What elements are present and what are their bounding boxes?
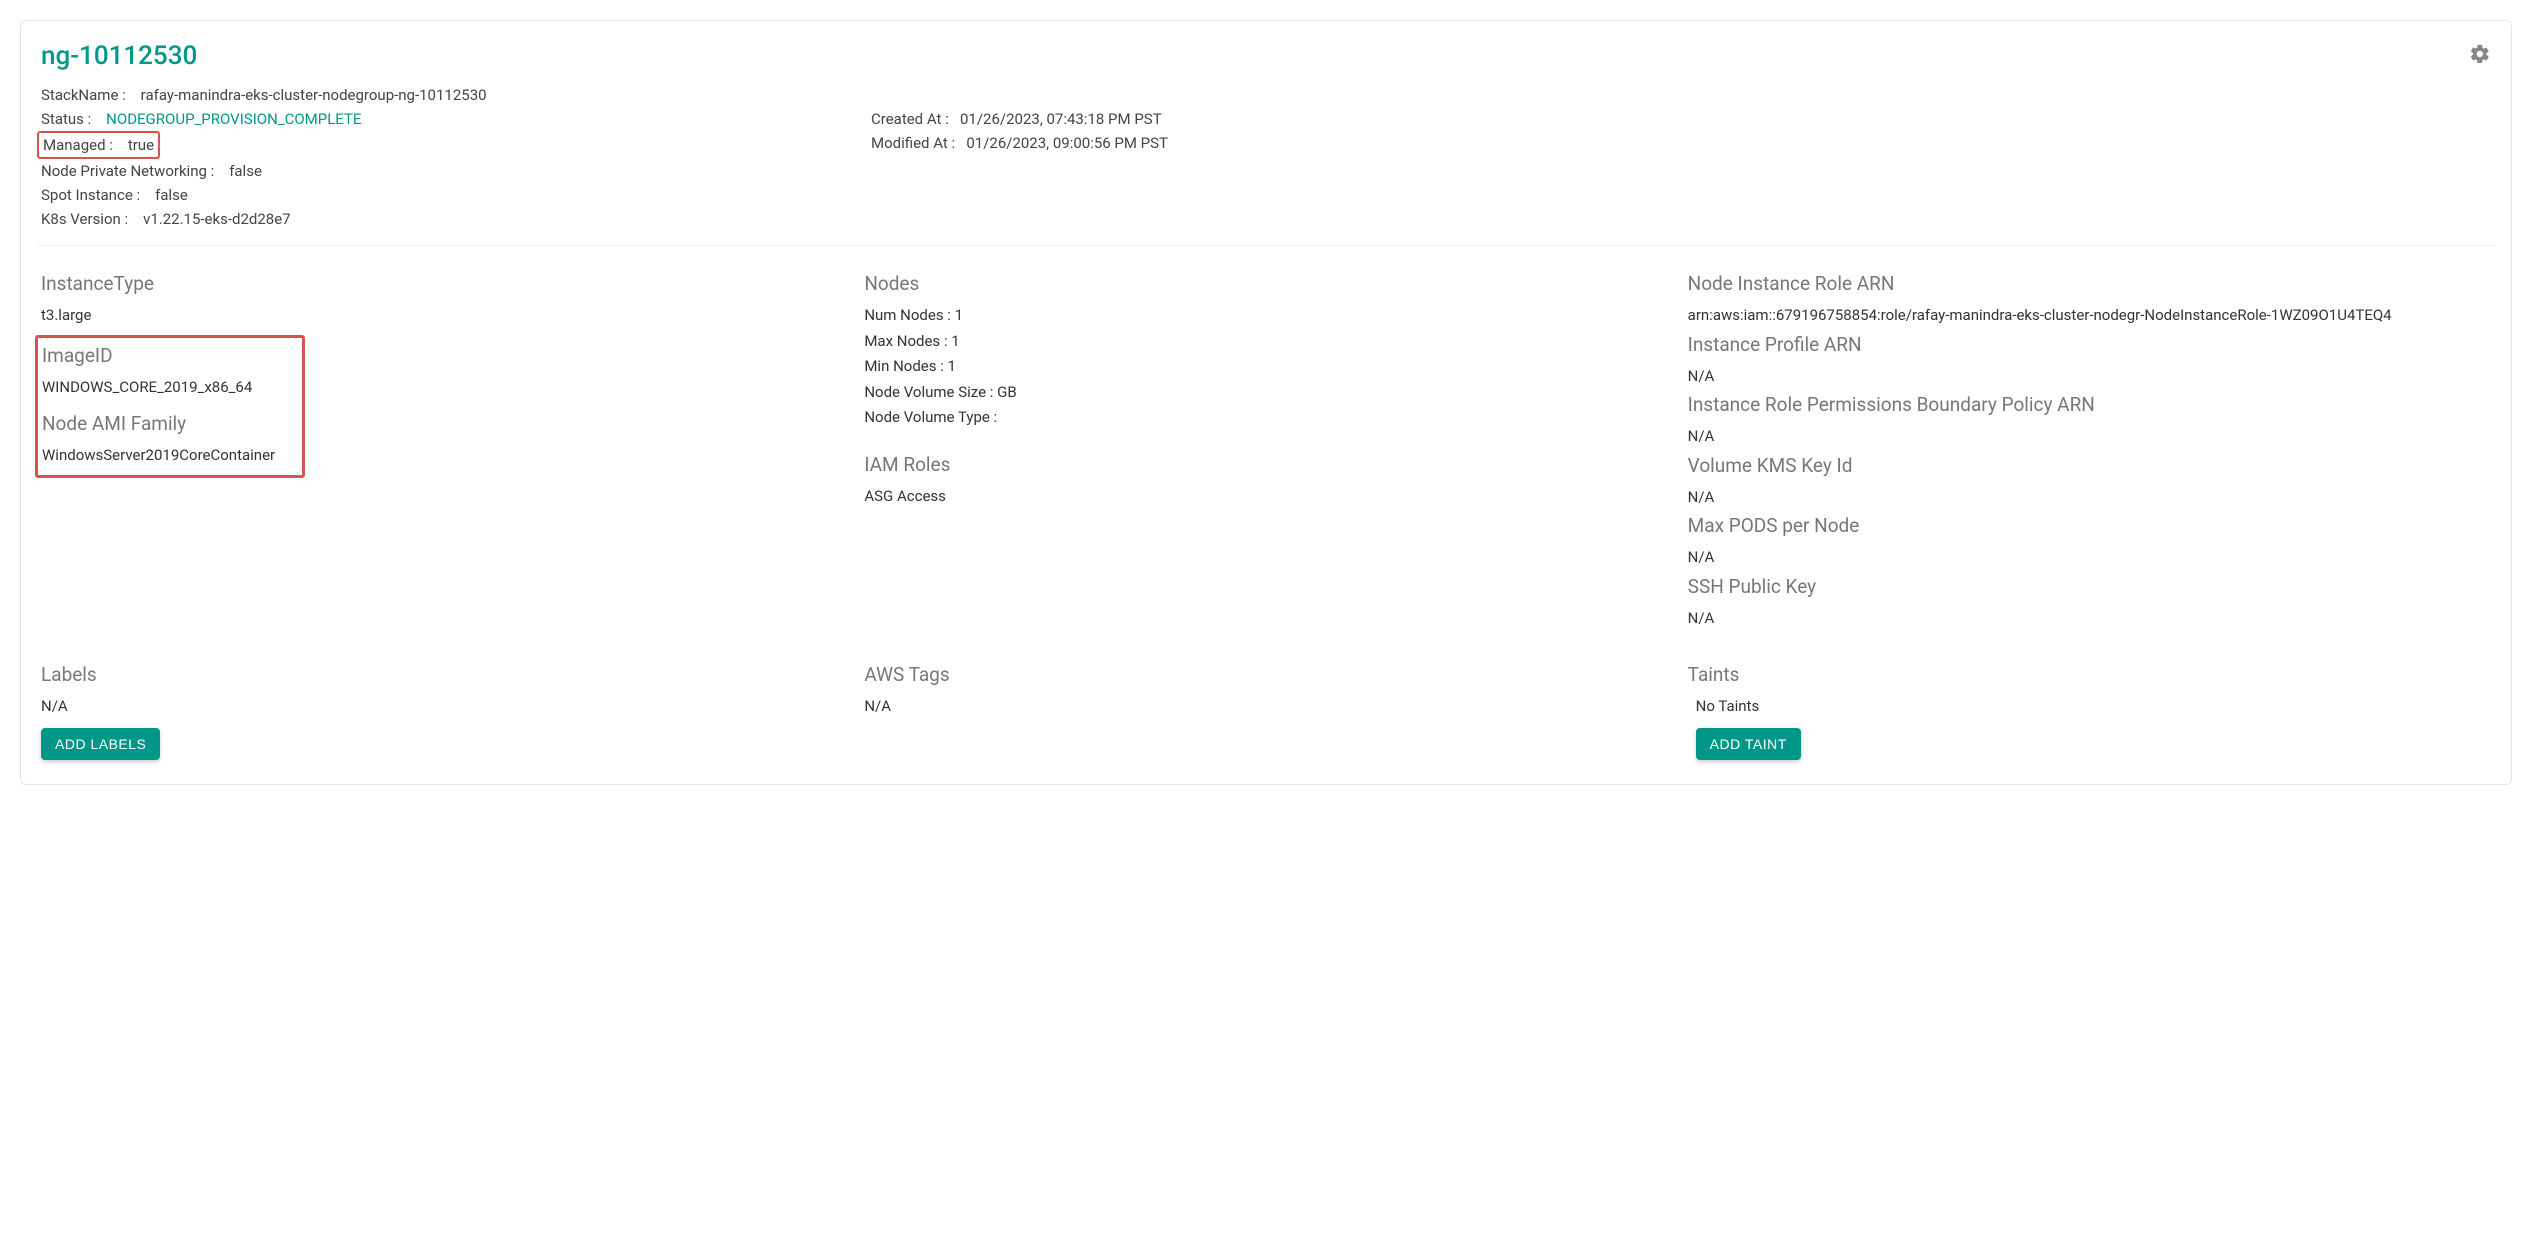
k8s-label: K8s Version : xyxy=(41,210,128,228)
min-nodes: Min Nodes : 1 xyxy=(864,354,1667,380)
role-arn-label: Node Instance Role ARN xyxy=(1688,272,2491,295)
tags-value: N/A xyxy=(864,694,1667,720)
instancetype-label: InstanceType xyxy=(41,272,844,295)
modified-value: 01/26/2023, 09:00:56 PM PST xyxy=(966,134,1168,152)
perm-boundary-value: N/A xyxy=(1688,424,2491,450)
taints-label: Taints xyxy=(1688,663,2491,686)
vol-size: Node Volume Size : GB xyxy=(864,380,1667,406)
tags-label: AWS Tags xyxy=(864,663,1667,686)
iam-label: IAM Roles xyxy=(864,453,1667,476)
modified-label: Modified At : xyxy=(871,134,955,152)
created-value: 01/26/2023, 07:43:18 PM PST xyxy=(960,110,1162,128)
num-nodes: Num Nodes : 1 xyxy=(864,303,1667,329)
status-row: Status : NODEGROUP_PROVISION_COMPLETE xyxy=(41,107,831,131)
profile-arn-value: N/A xyxy=(1688,364,2491,390)
managed-label: Managed : xyxy=(43,136,113,154)
imageid-value: WINDOWS_CORE_2019_x86_64 xyxy=(42,375,292,401)
stackname-value: rafay-manindra-eks-cluster-nodegroup-ng-… xyxy=(141,86,487,104)
npn-row: Node Private Networking : false xyxy=(41,159,831,183)
k8s-value: v1.22.15-eks-d2d28e7 xyxy=(143,210,291,228)
spot-value: false xyxy=(155,186,188,204)
created-row: Created At : 01/26/2023, 07:43:18 PM PST xyxy=(871,107,1661,131)
maxpods-label: Max PODS per Node xyxy=(1688,514,2491,537)
imageid-label: ImageID xyxy=(42,344,292,367)
nodes-label: Nodes xyxy=(864,272,1667,295)
modified-row: Modified At : 01/26/2023, 09:00:56 PM PS… xyxy=(871,131,1661,155)
taints-value: No Taints xyxy=(1688,694,2491,720)
vol-type: Node Volume Type : xyxy=(864,405,1667,431)
kms-label: Volume KMS Key Id xyxy=(1688,454,2491,477)
managed-value: true xyxy=(128,136,154,154)
spot-label: Spot Instance : xyxy=(41,186,140,204)
labels-value: N/A xyxy=(41,694,844,720)
iam-value: ASG Access xyxy=(864,484,1667,510)
spot-row: Spot Instance : false xyxy=(41,183,831,207)
status-label: Status : xyxy=(41,110,91,128)
meta-section: StackName : rafay-manindra-eks-cluster-n… xyxy=(41,83,2491,231)
npn-value: false xyxy=(229,162,262,180)
maxpods-value: N/A xyxy=(1688,545,2491,571)
kms-value: N/A xyxy=(1688,485,2491,511)
profile-arn-label: Instance Profile ARN xyxy=(1688,333,2491,356)
nodegroup-card: ng-10112530 StackName : rafay-manindra-e… xyxy=(20,20,2512,785)
stackname-row: StackName : rafay-manindra-eks-cluster-n… xyxy=(41,83,831,107)
npn-label: Node Private Networking : xyxy=(41,162,214,180)
managed-row: Managed : true xyxy=(41,131,831,159)
ssh-label: SSH Public Key xyxy=(1688,575,2491,598)
role-arn-value: arn:aws:iam::679196758854:role/rafay-man… xyxy=(1688,303,2491,329)
ssh-value: N/A xyxy=(1688,606,2491,632)
highlight-block: ImageID WINDOWS_CORE_2019_x86_64 Node AM… xyxy=(35,335,305,478)
details-grid: InstanceType t3.large ImageID WINDOWS_CO… xyxy=(41,260,2491,631)
instancetype-value: t3.large xyxy=(41,303,844,329)
created-label: Created At : xyxy=(871,110,949,128)
labels-label: Labels xyxy=(41,663,844,686)
status-value: NODEGROUP_PROVISION_COMPLETE xyxy=(106,110,361,128)
add-taint-button[interactable]: ADD TAINT xyxy=(1696,728,1801,760)
k8s-row: K8s Version : v1.22.15-eks-d2d28e7 xyxy=(41,207,831,231)
perm-boundary-label: Instance Role Permissions Boundary Polic… xyxy=(1688,393,2491,416)
page-title: ng-10112530 xyxy=(41,41,197,71)
bottom-grid: Labels N/A ADD LABELS AWS Tags N/A Taint… xyxy=(41,651,2491,760)
amifam-label: Node AMI Family xyxy=(42,412,292,435)
max-nodes: Max Nodes : 1 xyxy=(864,329,1667,355)
amifam-value: WindowsServer2019CoreContainer xyxy=(42,443,292,469)
stackname-label: StackName : xyxy=(41,86,126,104)
gear-icon[interactable] xyxy=(2469,43,2491,69)
add-labels-button[interactable]: ADD LABELS xyxy=(41,728,160,760)
